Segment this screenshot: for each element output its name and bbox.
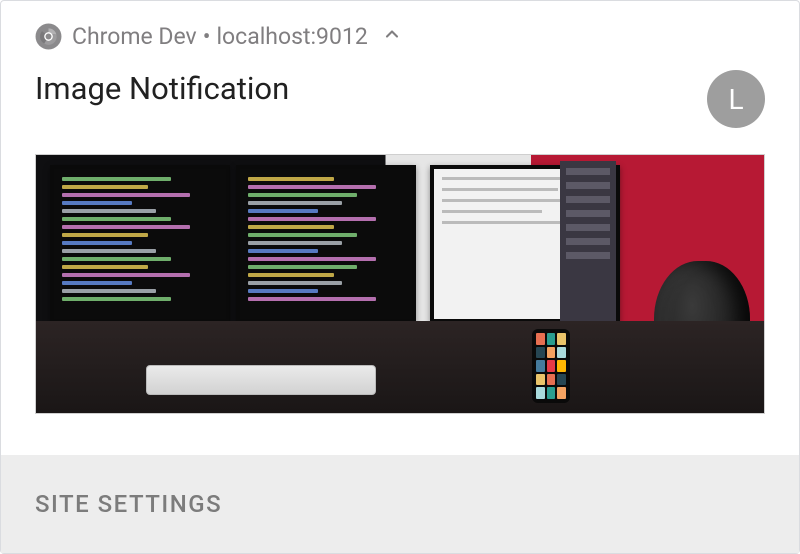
header-separator: •: [203, 23, 211, 50]
notification-title: Image Notification: [35, 70, 289, 107]
notification-footer: SITE SETTINGS: [1, 455, 799, 553]
notification-header[interactable]: Chrome Dev • localhost:9012: [1, 1, 799, 50]
image-phone: [532, 329, 570, 403]
image-monitor-center: [236, 165, 416, 323]
chevron-up-icon[interactable]: [382, 24, 402, 49]
image-keyboard: [146, 365, 376, 395]
image-monitor-left: [50, 165, 230, 323]
avatar[interactable]: L: [707, 70, 765, 128]
title-row: Image Notification L: [1, 50, 799, 128]
app-name: Chrome Dev: [72, 23, 197, 50]
site-settings-button[interactable]: SITE SETTINGS: [35, 490, 222, 518]
notification-card: Chrome Dev • localhost:9012 Image Notifi…: [0, 0, 800, 554]
notification-image-container: [1, 128, 799, 414]
origin-text: localhost:9012: [216, 23, 367, 50]
image-side-panel: [560, 161, 616, 329]
avatar-letter: L: [728, 83, 743, 116]
notification-image: [35, 154, 765, 414]
chrome-icon: [35, 23, 62, 50]
